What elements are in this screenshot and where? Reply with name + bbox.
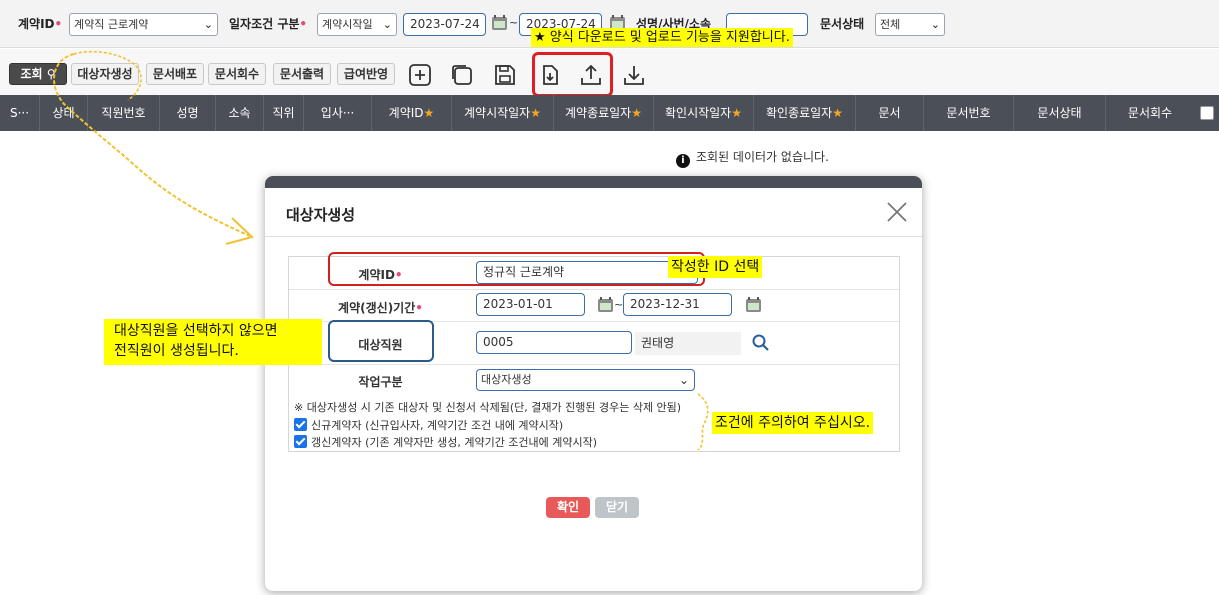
- status-label: 문서상태: [820, 17, 865, 31]
- create-target-modal: 대상자생성 계약ID• 정규직 근로계약 계약(갱신)기간• 2023-01-0…: [265, 176, 922, 591]
- checkbox-checked-icon[interactable]: [294, 418, 307, 431]
- col-doc-no[interactable]: 문서번호: [924, 95, 1014, 131]
- col-status[interactable]: 상태: [40, 95, 88, 131]
- date-cond-label: 일자조건 구분•: [229, 17, 308, 31]
- option-new-contract[interactable]: 신규계약자 (신규입사자, 계약기간 조건 내에 계약시작): [294, 417, 563, 433]
- highlight-contract-id: [328, 252, 705, 286]
- confirm-button[interactable]: 확인: [546, 497, 590, 518]
- chevron-down-icon: ⌄: [382, 18, 392, 31]
- callout-target-line1: 대상직원을 선택하지 않으면: [114, 323, 278, 339]
- search-icon: ⚲: [46, 67, 56, 81]
- recall-button[interactable]: 문서회수: [208, 63, 266, 85]
- col-contract-id[interactable]: 계약ID★: [372, 95, 452, 131]
- date-cond-select[interactable]: 계약시작일 ⌄: [317, 13, 397, 36]
- callout-conditions: 조건에 주의하여 주십시오.: [712, 412, 874, 434]
- chevron-down-icon: ⌄: [930, 18, 940, 31]
- calendar-icon[interactable]: [746, 297, 761, 312]
- col-join[interactable]: 입사···: [304, 95, 372, 131]
- col-doc-recall[interactable]: 문서회수: [1106, 95, 1194, 131]
- modal-note: ※ 대상자생성 시 기존 대상자 및 신청서 삭제됨(단, 결재가 진행된 경우…: [294, 401, 682, 414]
- info-icon: i: [676, 154, 690, 168]
- modal-target-id-input[interactable]: 0005: [476, 331, 632, 354]
- modal-work-type-label: 작업구분: [358, 375, 403, 389]
- option-renew-contract[interactable]: 갱신계약자 (기존 계약자만 생성, 계약기간 조건내에 계약시작): [294, 434, 597, 450]
- modal-topbar: [265, 176, 922, 188]
- modal-period-from[interactable]: 2023-01-01: [476, 293, 585, 316]
- range-tilde: ~: [509, 16, 519, 29]
- col-emp-no[interactable]: 직원번호: [88, 95, 160, 131]
- callout-select-id: 작성한 ID 선택: [668, 256, 763, 278]
- range-tilde: ~: [614, 298, 624, 311]
- create-target-button[interactable]: 대상자생성: [71, 63, 139, 85]
- col-confirm-end[interactable]: 확인종료일자★: [754, 95, 856, 131]
- payroll-button[interactable]: 급여반영: [337, 63, 395, 85]
- highlight-target: [328, 320, 434, 362]
- contract-id-select[interactable]: 계약직 근로계약 ⌄: [69, 13, 218, 36]
- modal-work-type-select[interactable]: 대상자생성 ⌄: [476, 369, 695, 391]
- modal-target-name: 권태영: [635, 332, 741, 355]
- modal-title: 대상자생성: [286, 206, 356, 224]
- modal-period-to[interactable]: 2023-12-31: [623, 293, 732, 316]
- checkbox-checked-icon[interactable]: [294, 435, 307, 448]
- save-icon[interactable]: [493, 63, 517, 87]
- status-select[interactable]: 전체 ⌄: [875, 13, 945, 36]
- calendar-icon[interactable]: [492, 15, 507, 30]
- date-from-input[interactable]: 2023-07-24: [403, 13, 486, 36]
- col-s[interactable]: S···: [0, 95, 40, 131]
- highlight-upload-download: [532, 52, 613, 97]
- col-name[interactable]: 성명: [160, 95, 216, 131]
- col-dept[interactable]: 소속: [216, 95, 264, 131]
- copy-icon[interactable]: [450, 63, 474, 87]
- table-header: S··· 상태 직원번호 성명 소속 직위 입사··· 계약ID★ 계약시작일자…: [0, 95, 1219, 131]
- callout-target-line2: 전직원이 생성됩니다.: [114, 343, 239, 359]
- modal-divider: [265, 236, 922, 237]
- empty-message: i 조회된 데이터가 없습니다.: [676, 148, 829, 168]
- callout-target-note: 대상직원을 선택하지 않으면 전직원이 생성됩니다.: [104, 319, 322, 365]
- search-button[interactable]: 조회 ⚲: [9, 63, 67, 85]
- callout-template-support: ★ 양식 다운로드 및 업로드 기능을 지원합니다.: [531, 28, 793, 47]
- chevron-down-icon: ⌄: [678, 373, 689, 387]
- contract-id-label: 계약ID•: [18, 17, 63, 31]
- col-position[interactable]: 직위: [264, 95, 304, 131]
- col-doc-status[interactable]: 문서상태: [1014, 95, 1106, 131]
- col-confirm-start[interactable]: 확인시작일자★: [654, 95, 754, 131]
- col-doc[interactable]: 문서: [856, 95, 924, 131]
- col-contract-end[interactable]: 계약종료일자★: [554, 95, 654, 131]
- row-work-type: 작업구분 대상자생성 ⌄: [289, 365, 899, 396]
- add-icon[interactable]: [408, 63, 432, 87]
- close-icon[interactable]: [885, 200, 909, 224]
- row-period: 계약(갱신)기간• 2023-01-01 ~ 2023-12-31: [289, 290, 899, 322]
- select-all-checkbox[interactable]: [1200, 106, 1214, 120]
- distribute-button[interactable]: 문서배포: [146, 63, 204, 85]
- col-contract-start[interactable]: 계약시작일자★: [452, 95, 554, 131]
- modal-period-label: 계약(갱신)기간•: [338, 301, 423, 315]
- download-icon[interactable]: [622, 63, 646, 87]
- close-button[interactable]: 닫기: [595, 497, 639, 518]
- print-button[interactable]: 문서출력: [273, 63, 331, 85]
- search-icon[interactable]: [751, 333, 771, 353]
- calendar-icon[interactable]: [598, 297, 613, 312]
- chevron-down-icon: ⌄: [203, 18, 213, 31]
